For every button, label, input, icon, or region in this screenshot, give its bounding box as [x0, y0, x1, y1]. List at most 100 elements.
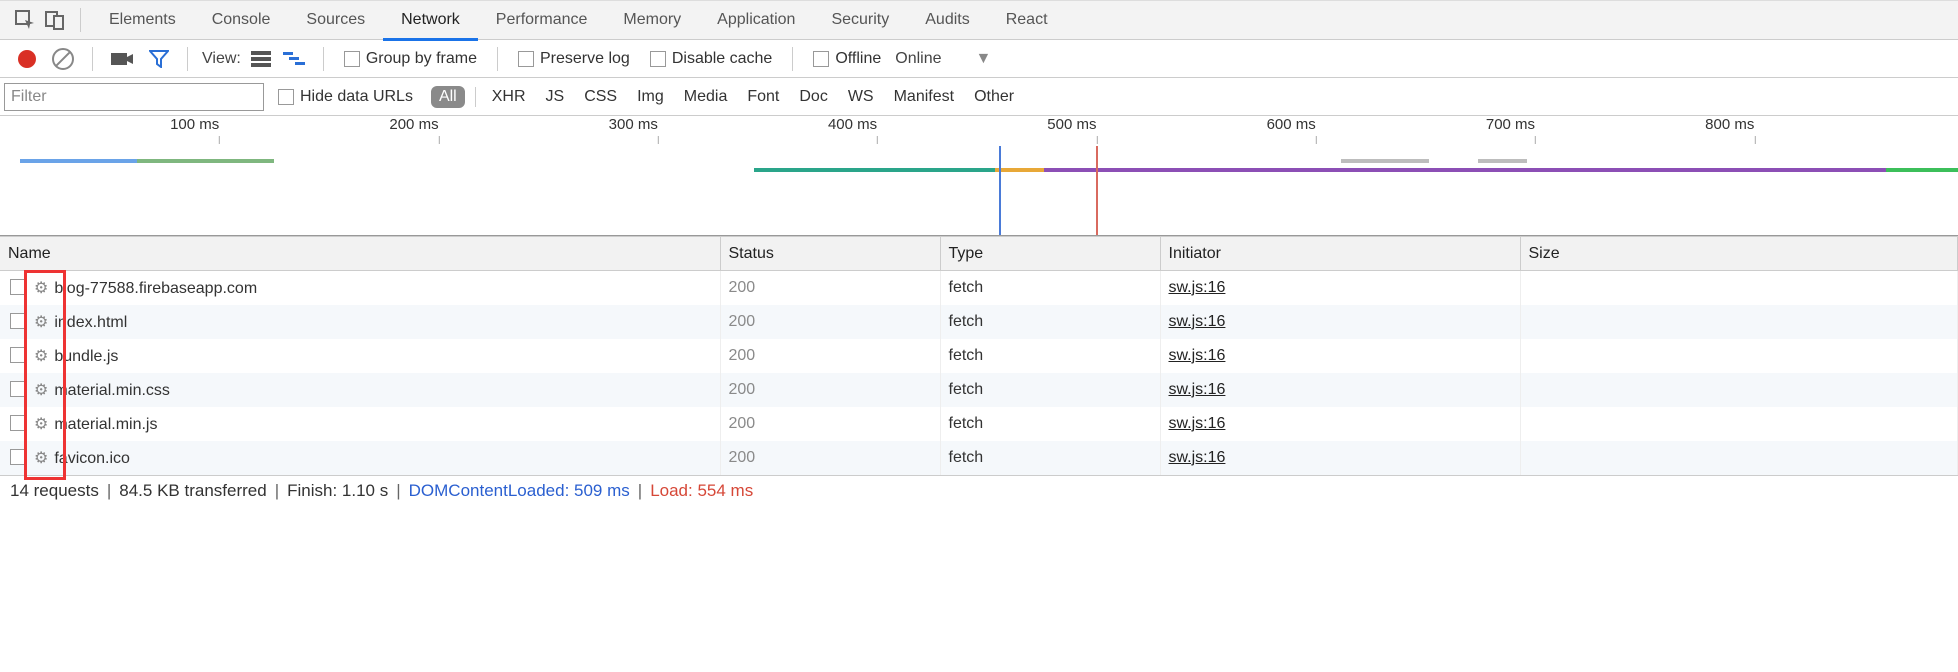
- row-checkbox[interactable]: [10, 449, 26, 465]
- col-size[interactable]: Size: [1520, 237, 1958, 271]
- col-initiator[interactable]: Initiator: [1160, 237, 1520, 271]
- type-chip-media[interactable]: Media: [684, 88, 728, 106]
- col-type[interactable]: Type: [940, 237, 1160, 271]
- tick: 800 ms: [1705, 116, 1754, 133]
- type-chip-other[interactable]: Other: [974, 88, 1014, 106]
- tick: 600 ms: [1267, 116, 1316, 133]
- request-status: 200: [720, 441, 940, 475]
- separator: [187, 47, 188, 71]
- request-name: material.min.js: [54, 416, 157, 433]
- tick: 100 ms: [170, 116, 219, 133]
- group-by-frame-label: Group by frame: [366, 50, 477, 68]
- preserve-log-option[interactable]: Preserve log: [518, 50, 630, 68]
- row-checkbox[interactable]: [10, 347, 26, 363]
- tab-audits[interactable]: Audits: [907, 0, 987, 40]
- type-chip-all[interactable]: All: [431, 86, 465, 108]
- group-by-frame-option[interactable]: Group by frame: [344, 50, 477, 68]
- tick: 300 ms: [609, 116, 658, 133]
- view-list-icon[interactable]: [251, 51, 271, 67]
- table-row[interactable]: ⚙index.html200fetchsw.js:16: [0, 305, 1958, 339]
- devtools-tabbar: ElementsConsoleSourcesNetworkPerformance…: [0, 0, 1958, 40]
- gear-icon: ⚙: [34, 346, 48, 366]
- tab-console[interactable]: Console: [194, 0, 289, 40]
- screenshot-icon[interactable]: [111, 51, 133, 67]
- table-row[interactable]: ⚙bundle.js200fetchsw.js:16: [0, 339, 1958, 373]
- filter-bar: Hide data URLs All XHR JS CSS Img Media Font Do…: [0, 78, 1958, 116]
- requests-table: Name Status Type Initiator Size ⚙blog-77…: [0, 236, 1958, 475]
- disable-cache-label: Disable cache: [672, 50, 773, 68]
- type-chip-css[interactable]: CSS: [584, 88, 617, 106]
- disable-cache-option[interactable]: Disable cache: [650, 50, 773, 68]
- ruler: 100 ms200 ms300 ms400 ms500 ms600 ms700 …: [0, 116, 1958, 140]
- request-type: fetch: [940, 339, 1160, 373]
- type-chip-js[interactable]: JS: [546, 88, 565, 106]
- checkbox[interactable]: [650, 51, 666, 67]
- request-type: fetch: [940, 305, 1160, 339]
- tab-security[interactable]: Security: [813, 0, 907, 40]
- table-row[interactable]: ⚙blog-77588.firebaseapp.com200fetchsw.js…: [0, 271, 1958, 305]
- gear-icon: ⚙: [34, 278, 48, 298]
- request-type: fetch: [940, 271, 1160, 305]
- request-initiator[interactable]: sw.js:16: [1169, 381, 1226, 398]
- tab-react[interactable]: React: [988, 0, 1066, 40]
- preserve-log-label: Preserve log: [540, 50, 630, 68]
- request-initiator[interactable]: sw.js:16: [1169, 449, 1226, 466]
- tab-network[interactable]: Network: [383, 0, 478, 40]
- row-checkbox[interactable]: [10, 279, 26, 295]
- type-chip-doc[interactable]: Doc: [799, 88, 827, 106]
- clear-button[interactable]: [52, 48, 74, 70]
- filter-icon[interactable]: [149, 50, 169, 68]
- tab-performance[interactable]: Performance: [478, 0, 606, 40]
- tab-application[interactable]: Application: [699, 0, 813, 40]
- hide-data-urls-option[interactable]: Hide data URLs: [278, 88, 413, 106]
- row-checkbox[interactable]: [10, 381, 26, 397]
- request-size: [1520, 339, 1958, 373]
- checkbox[interactable]: [518, 51, 534, 67]
- inspect-element-icon[interactable]: [10, 5, 40, 35]
- tabs-container: ElementsConsoleSourcesNetworkPerformance…: [91, 0, 1066, 40]
- gear-icon: ⚙: [34, 448, 48, 468]
- overview-segment: [754, 168, 995, 172]
- type-chip-font[interactable]: Font: [747, 88, 779, 106]
- view-waterfall-icon[interactable]: [283, 51, 307, 67]
- overview-timeline[interactable]: 100 ms200 ms300 ms400 ms500 ms600 ms700 …: [0, 116, 1958, 236]
- tab-elements[interactable]: Elements: [91, 0, 194, 40]
- request-type: fetch: [940, 373, 1160, 407]
- type-chip-manifest[interactable]: Manifest: [894, 88, 954, 106]
- filter-input[interactable]: [4, 83, 264, 111]
- request-size: [1520, 407, 1958, 441]
- row-checkbox[interactable]: [10, 313, 26, 329]
- checkbox[interactable]: [278, 89, 294, 105]
- type-chip-xhr[interactable]: XHR: [492, 88, 526, 106]
- dropdown-caret-icon[interactable]: ▼: [976, 50, 992, 68]
- request-initiator[interactable]: sw.js:16: [1169, 279, 1226, 296]
- col-name[interactable]: Name: [0, 237, 720, 271]
- device-toggle-icon[interactable]: [40, 5, 70, 35]
- overview-segment: [20, 159, 137, 163]
- offline-label: Offline: [835, 50, 881, 68]
- row-checkbox[interactable]: [10, 415, 26, 431]
- checkbox[interactable]: [344, 51, 360, 67]
- tab-sources[interactable]: Sources: [288, 0, 383, 40]
- record-button[interactable]: [18, 50, 36, 68]
- table-row[interactable]: ⚙favicon.ico200fetchsw.js:16: [0, 441, 1958, 475]
- request-initiator[interactable]: sw.js:16: [1169, 313, 1226, 330]
- throttling-select[interactable]: Online: [895, 50, 941, 68]
- request-initiator[interactable]: sw.js:16: [1169, 347, 1226, 364]
- request-initiator[interactable]: sw.js:16: [1169, 415, 1226, 432]
- col-status[interactable]: Status: [720, 237, 940, 271]
- request-type: fetch: [940, 407, 1160, 441]
- request-status: 200: [720, 305, 940, 339]
- offline-option[interactable]: Offline: [813, 50, 881, 68]
- type-chip-img[interactable]: Img: [637, 88, 664, 106]
- gear-icon: ⚙: [34, 414, 48, 434]
- separator: [792, 47, 793, 71]
- checkbox[interactable]: [813, 51, 829, 67]
- requests-table-wrap: Name Status Type Initiator Size ⚙blog-77…: [0, 236, 1958, 475]
- table-row[interactable]: ⚙material.min.css200fetchsw.js:16: [0, 373, 1958, 407]
- type-chip-ws[interactable]: WS: [848, 88, 874, 106]
- request-size: [1520, 305, 1958, 339]
- tab-memory[interactable]: Memory: [605, 0, 699, 40]
- status-bar: 14 requests | 84.5 KB transferred | Fini…: [0, 475, 1958, 507]
- table-row[interactable]: ⚙material.min.js200fetchsw.js:16: [0, 407, 1958, 441]
